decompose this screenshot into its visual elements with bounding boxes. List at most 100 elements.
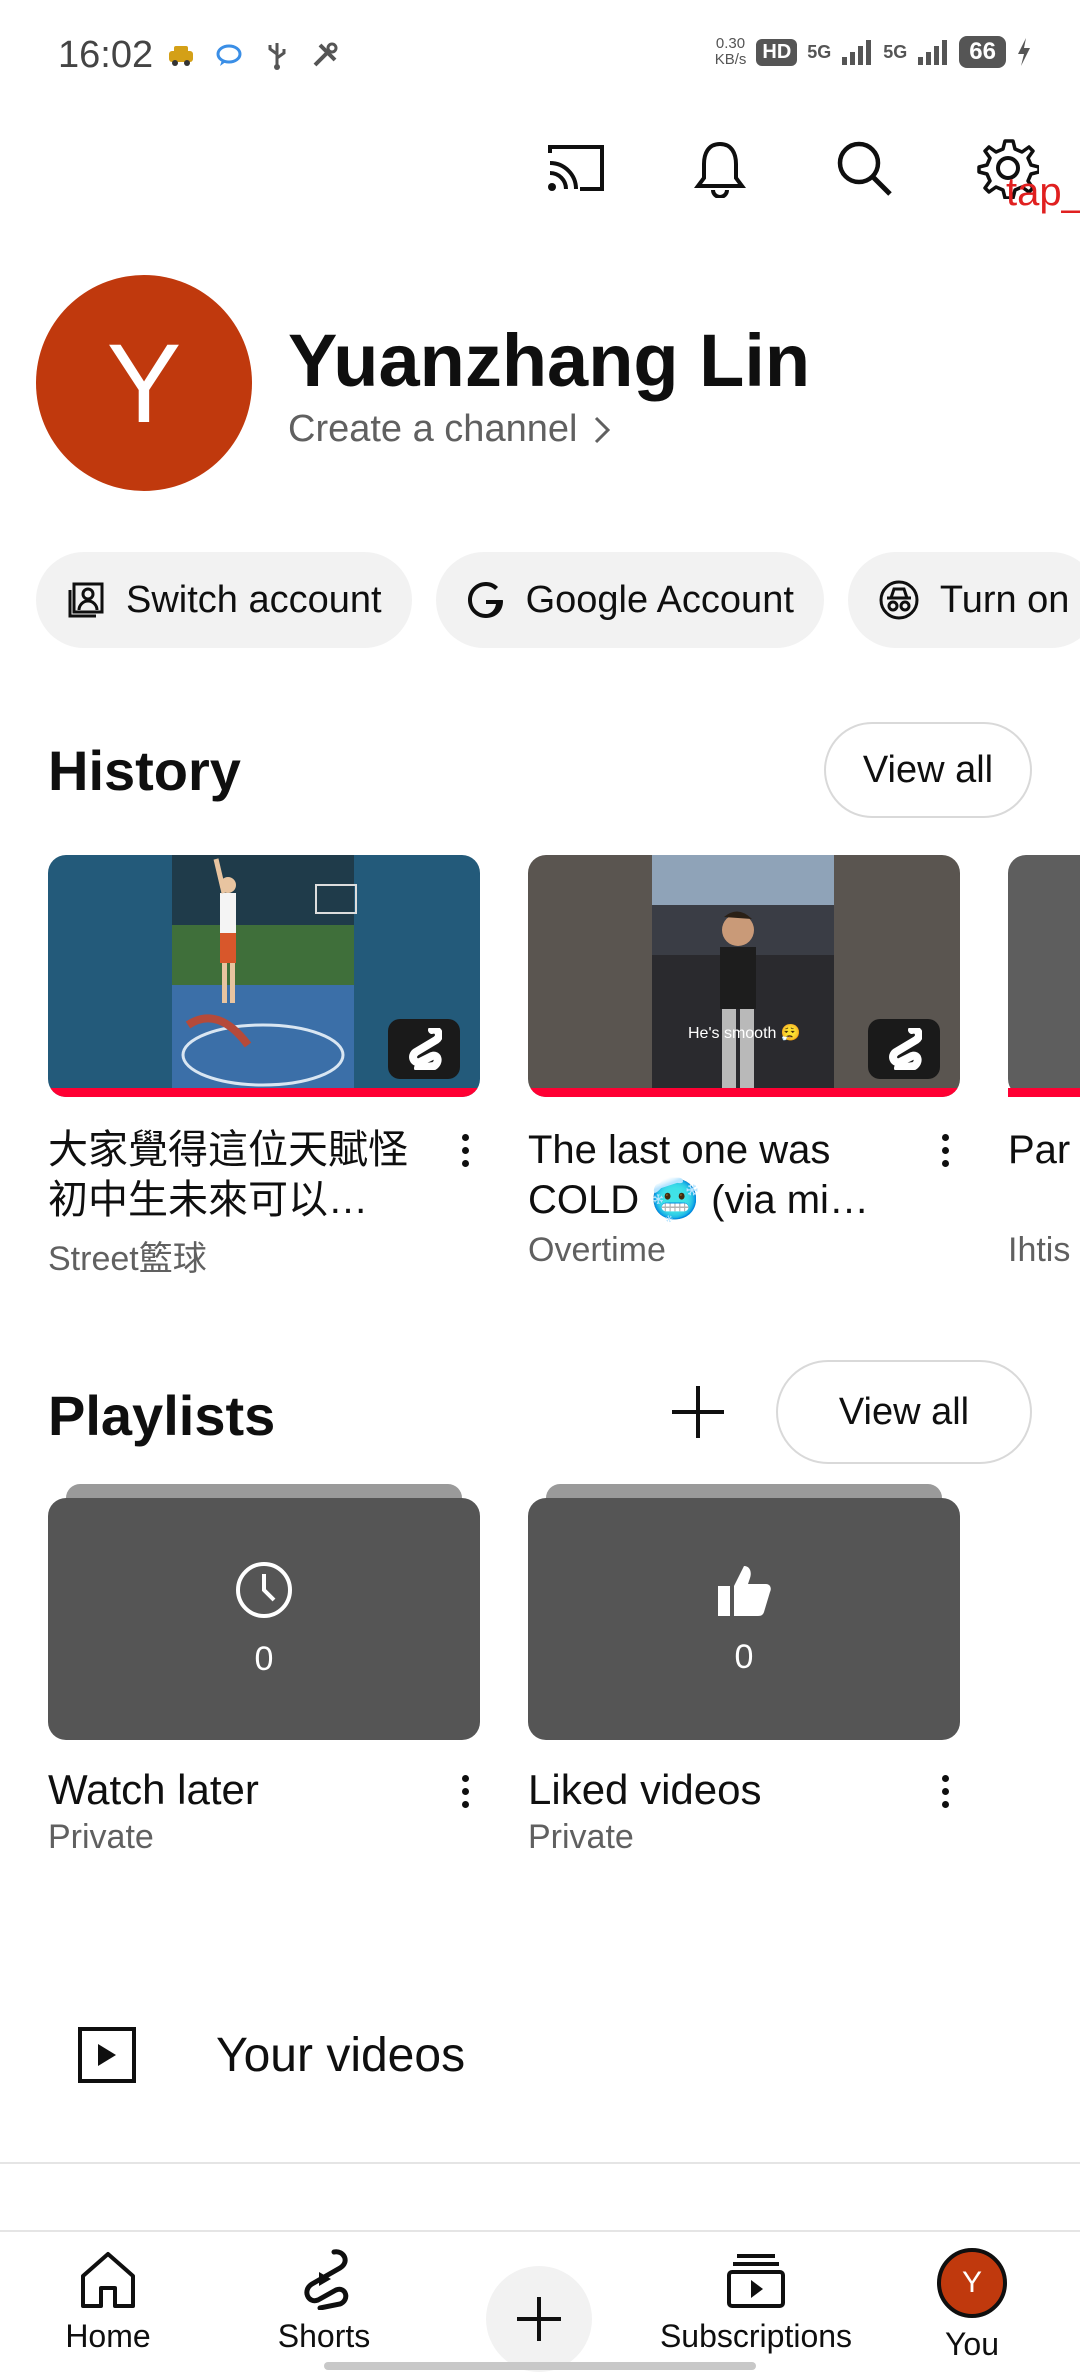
shorts-icon [304,2249,349,2310]
net-speed-unit: KB/s [714,51,747,68]
signal-bars-icon [842,40,872,65]
google-account-chip[interactable]: Google Account [435,552,824,648]
playlist-stack-edge [66,1484,462,1498]
cast-button[interactable] [538,130,614,206]
your-videos-row[interactable]: Your videos [0,1980,1080,2130]
nav-you[interactable]: Y You [882,2248,1062,2363]
video-channel: Ihtis [1008,1231,1071,1269]
notifications-button[interactable] [682,130,758,206]
account-chips: Switch account Google Account Turn on [36,552,1080,648]
bottom-nav: Home Shorts Subscriptions Y You [0,2230,1080,2376]
more-options-button[interactable] [930,1125,960,1175]
charging-bolt-icon [1018,38,1030,66]
playlists-title: Playlists [48,1384,276,1447]
battery-level: 66 [959,36,1006,68]
hd-badge: HD [756,38,798,66]
playlist-count: 0 [734,1637,754,1676]
playlist-item[interactable]: 0 Watch later Private [48,1484,480,1857]
nav-shorts-label: Shorts [277,2318,371,2354]
playlist-thumbnail[interactable]: 0 [528,1498,960,1740]
incognito-chip[interactable]: Turn on [847,552,1080,648]
bell-icon [694,141,746,198]
top-action-bar [0,130,1080,210]
profile-avatar[interactable]: Y [36,275,252,491]
nav-shorts[interactable]: Shorts [234,2248,414,2355]
video-thumbnail[interactable] [48,855,480,1097]
tap-overlay-label: tap_ [1006,170,1080,214]
switch-account-label: Switch account [126,578,382,621]
thumbs-up-icon [718,1565,771,1616]
status-right: 0.30 KB/s HD 5G 5G 66 [715,36,1032,68]
profile-name: Yuanzhang Lin [288,319,811,402]
chat-bubble-icon [214,40,244,70]
taxi-icon [166,40,196,70]
playlist-stack-edge [546,1484,942,1498]
playlist-item[interactable]: 0 Liked videos Private [528,1484,960,1857]
create-channel-link[interactable]: Create a channel [288,408,611,451]
thumbnail-caption: He's smooth 😮‍💨 [688,1025,801,1042]
sim2-signal: 5G [883,41,908,62]
cast-icon [548,145,604,191]
your-videos-label: Your videos [216,2028,466,2082]
plus-icon [517,2297,561,2341]
shorts-badge [388,1019,460,1079]
more-options-button[interactable] [450,1766,480,1816]
usb-icon [262,40,292,70]
switch-account-chip[interactable]: Switch account [36,552,412,648]
playlist-thumbnail[interactable]: 0 [48,1498,480,1740]
playlists-view-all-button[interactable]: View all [776,1360,1032,1464]
clock-icon [236,1561,292,1618]
search-button[interactable] [826,130,902,206]
status-notification-icons [166,40,340,70]
playlist-title: Liked videos [528,1766,762,1813]
nav-home[interactable]: Home [18,2248,198,2355]
nav-create-button[interactable] [486,2266,592,2372]
watch-progress-bar [528,1088,960,1097]
net-speed: 0.30 KB/s [715,36,747,68]
video-title: 大家覺得這位天賦怪初中生未來可以… [48,1128,408,1222]
playlist-count: 0 [254,1639,274,1678]
plus-icon [672,1386,724,1438]
switch-account-icon [68,582,104,618]
history-title: History [48,739,241,802]
history-view-all-button[interactable]: View all [824,722,1032,818]
create-channel-label: Create a channel [288,408,578,450]
video-title: Par Pov [1008,1128,1080,1172]
tools-icon [310,40,340,70]
nav-you-label: You [945,2326,999,2362]
status-time: 16:02 [58,34,154,76]
net-speed-value: 0.30 [715,35,746,52]
video-thumbnail[interactable]: He's smooth 😮‍💨 [528,855,960,1097]
home-icon [81,2252,135,2308]
video-channel: Street籃球 [48,1240,207,1278]
history-item[interactable]: 大家覺得這位天賦怪初中生未來可以… Street籃球 [48,855,480,1280]
history-item-partial[interactable]: Par Pov Ihtis [1008,855,1080,1270]
status-bar: 16:02 0.30 KB/s HD 5G 5G 66 [0,0,1080,116]
playlist-privacy: Private [48,1818,154,1856]
signal-bars-icon [918,40,948,65]
search-icon [837,141,892,196]
nav-subscriptions[interactable]: Subscriptions [660,2248,852,2355]
subscriptions-icon [727,2254,785,2308]
more-options-button[interactable] [930,1766,960,1816]
sim1-signal: 5G [807,41,832,62]
watch-progress-bar [48,1088,480,1097]
new-playlist-button[interactable] [664,1378,732,1446]
watch-progress-bar [1008,1088,1080,1097]
playlist-title: Watch later [48,1766,259,1813]
more-options-button[interactable] [450,1125,480,1175]
nav-home-label: Home [65,2318,151,2354]
home-indicator[interactable] [324,2362,756,2370]
divider [0,2162,1080,2164]
video-thumbnail[interactable] [1008,855,1080,1097]
shorts-badge [868,1019,940,1079]
nav-you-avatar: Y [937,2248,1007,2318]
nav-subscriptions-label: Subscriptions [659,2318,853,2354]
google-g-icon [467,582,503,618]
incognito-icon [879,580,919,620]
playlist-privacy: Private [528,1818,634,1856]
google-account-label: Google Account [525,578,794,621]
chevron-right-icon [595,416,611,443]
play-box-icon [78,2027,136,2083]
history-item[interactable]: He's smooth 😮‍💨 The last one was COLD 🥶 … [528,855,960,1270]
